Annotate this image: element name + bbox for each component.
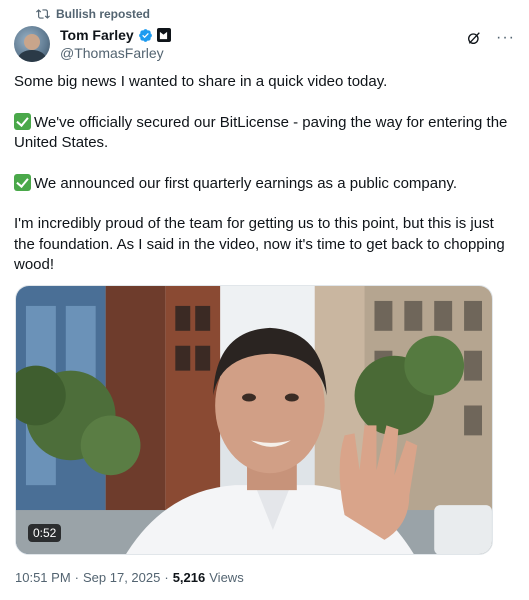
author-handle[interactable]: @ThomasFarley: [60, 45, 171, 62]
meta-separator: ·: [74, 570, 79, 585]
header-actions: ···: [466, 30, 515, 46]
video-thumbnail: [16, 286, 492, 554]
tweet-text: Some big news I wanted to share in a qui…: [14, 72, 514, 296]
tweet-time[interactable]: 10:51 PM: [15, 570, 71, 585]
affiliation-badge-icon[interactable]: [156, 28, 171, 42]
tweet-date[interactable]: Sep 17, 2025: [83, 570, 160, 585]
tweet-paragraph: We announced our first quarterly earning…: [14, 173, 514, 195]
verified-badge-icon: [138, 28, 152, 42]
tweet-paragraph: We've officially secured our BitLicense …: [14, 112, 508, 151]
author-names: Tom Farley @ThomasFarley: [60, 27, 171, 62]
tweet-meta: 10:51 PM · Sep 17, 2025 · 5,216 Views: [15, 570, 244, 585]
grok-icon[interactable]: [466, 30, 482, 46]
repost-icon: [36, 9, 50, 19]
check-mark-icon: [14, 173, 31, 191]
tweet-header: Tom Farley @ThomasFarley ···: [14, 24, 515, 64]
repost-label: Bullish reposted: [56, 7, 151, 21]
repost-indicator[interactable]: Bullish reposted: [36, 6, 150, 22]
meta-separator: ·: [164, 570, 169, 585]
check-mark-icon: [14, 112, 31, 130]
more-options-icon[interactable]: ···: [496, 30, 515, 46]
views-label: Views: [209, 570, 244, 585]
views-count[interactable]: 5,216: [173, 570, 206, 585]
video-duration: 0:52: [28, 524, 62, 542]
display-name[interactable]: Tom Farley: [60, 27, 134, 44]
tweet-paragraph: I'm incredibly proud of the team for get…: [14, 215, 505, 273]
avatar[interactable]: [14, 26, 50, 62]
tweet-paragraph: Some big news I wanted to share in a qui…: [14, 73, 388, 90]
video-player[interactable]: 0:52: [15, 285, 493, 555]
